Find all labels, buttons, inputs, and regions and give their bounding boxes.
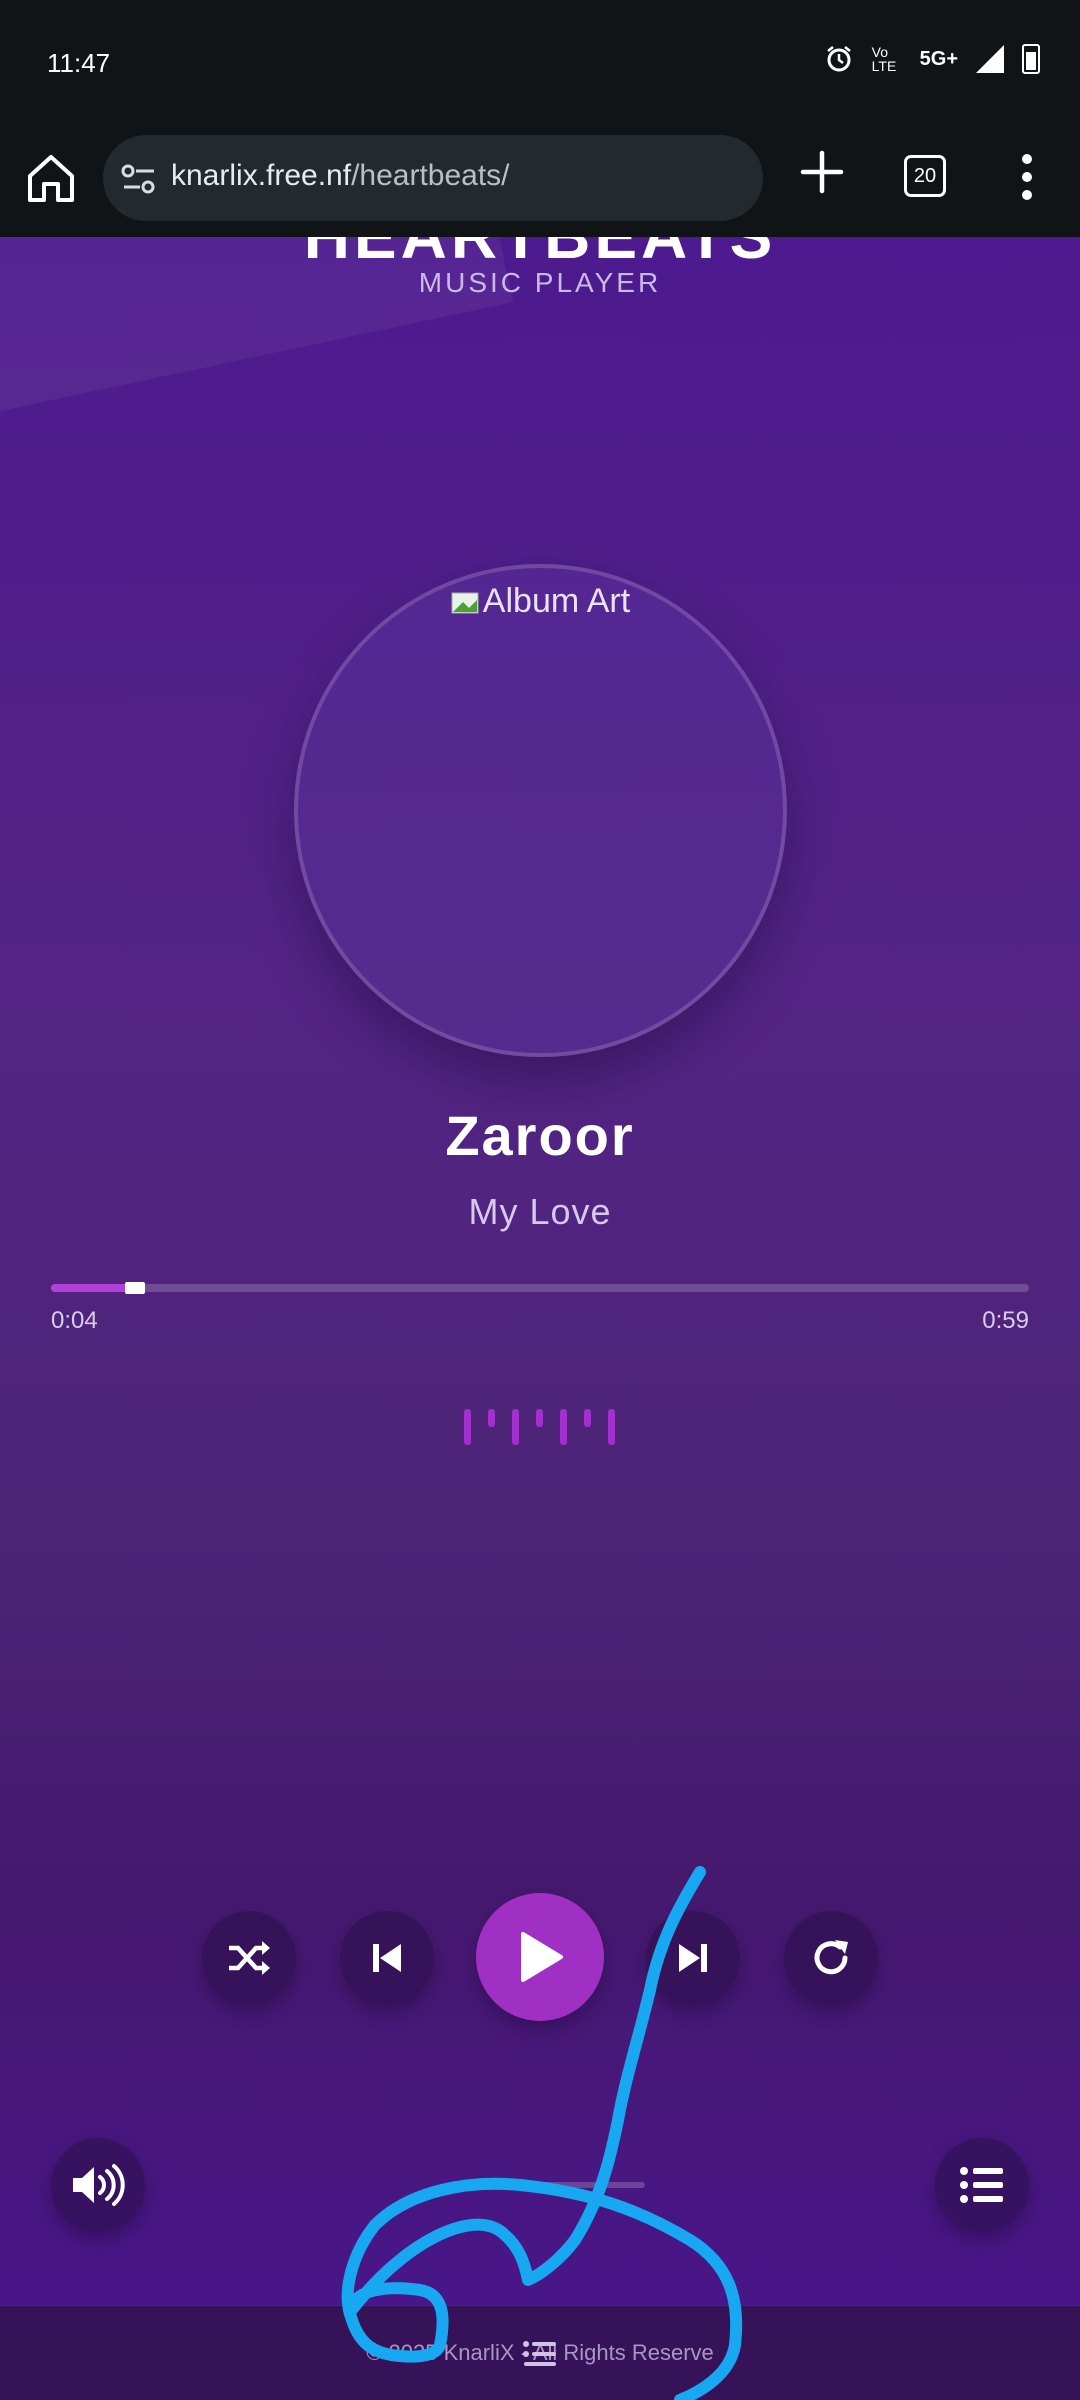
visualizer-bar [608, 1409, 615, 1445]
more-vert-icon[interactable] [1020, 152, 1034, 202]
visualizer-bar [464, 1409, 471, 1445]
repeat-button[interactable] [784, 1911, 878, 2005]
player-page: HEARTBEATS MUSIC PLAYER Album Art Zaroor… [0, 237, 1080, 2400]
home-icon[interactable] [22, 150, 80, 208]
sheet-handle[interactable] [505, 2182, 645, 2188]
album-art-alt: Album Art [298, 582, 783, 621]
playlist-button[interactable] [935, 2138, 1029, 2232]
play-button[interactable] [476, 1893, 604, 2021]
volume-button[interactable] [51, 2138, 145, 2232]
shuffle-icon [229, 1941, 270, 1975]
new-tab-icon[interactable] [795, 145, 849, 199]
next-button[interactable] [646, 1911, 740, 2005]
url-text[interactable]: knarlix.free.nf/heartbeats/ [171, 159, 510, 193]
browser-toolbar: knarlix.free.nf/heartbeats/ 20 [0, 125, 1080, 237]
previous-icon [373, 1944, 401, 1972]
repeat-icon [814, 1940, 848, 1975]
status-time: 11:47 [47, 48, 111, 78]
tab-switcher-button[interactable]: 20 [904, 155, 946, 197]
visualizer-bar [560, 1409, 567, 1445]
visualizer-bar [584, 1409, 591, 1427]
playlist-icon [960, 2167, 1003, 2203]
playback-controls [0, 1893, 1080, 2023]
page-subtitle: MUSIC PLAYER [418, 267, 662, 298]
url-host: knarlix.free.nf [171, 159, 352, 192]
status-icons: Vo LTE 5G+ [824, 44, 1040, 74]
progress-thumb[interactable] [125, 1282, 145, 1294]
visualizer-bar [512, 1409, 519, 1445]
tab-count: 20 [913, 164, 937, 187]
5g-plus-icon: 5G+ [919, 47, 958, 70]
time-total: 0:59 [982, 1307, 1029, 1334]
visualizer-bar [536, 1409, 543, 1427]
previous-button[interactable] [340, 1911, 434, 2005]
alarm-icon [826, 46, 851, 72]
footer: © 2025 KnarliX - All Rights Reserve [0, 2305, 1080, 2400]
album-art: Album Art [294, 564, 787, 1057]
volte-icon: Vo LTE [871, 44, 897, 74]
audio-visualizer [464, 1405, 616, 1445]
address-bar[interactable]: knarlix.free.nf/heartbeats/ [103, 135, 763, 221]
status-bar: 11:47 Vo LTE 5G+ [0, 0, 1080, 125]
url-path: /heartbeats/ [351, 159, 510, 192]
progress-bar[interactable] [51, 1282, 1029, 1294]
signal-icon [976, 45, 1004, 73]
volume-icon [73, 2164, 125, 2206]
site-settings-icon[interactable] [121, 163, 157, 195]
play-icon [521, 1932, 563, 1982]
list-handle-icon[interactable] [520, 2334, 560, 2374]
battery-icon [1022, 44, 1040, 74]
song-title: Zaroor [445, 1104, 635, 1167]
next-icon [679, 1944, 707, 1972]
shuffle-button[interactable] [202, 1911, 296, 2005]
album-art-alt-text: Album Art [482, 582, 631, 620]
broken-image-icon [451, 592, 479, 614]
song-artist: My Love [468, 1191, 612, 1232]
time-current: 0:04 [51, 1307, 98, 1334]
visualizer-bar [488, 1409, 495, 1427]
progress-fill [51, 1284, 129, 1292]
